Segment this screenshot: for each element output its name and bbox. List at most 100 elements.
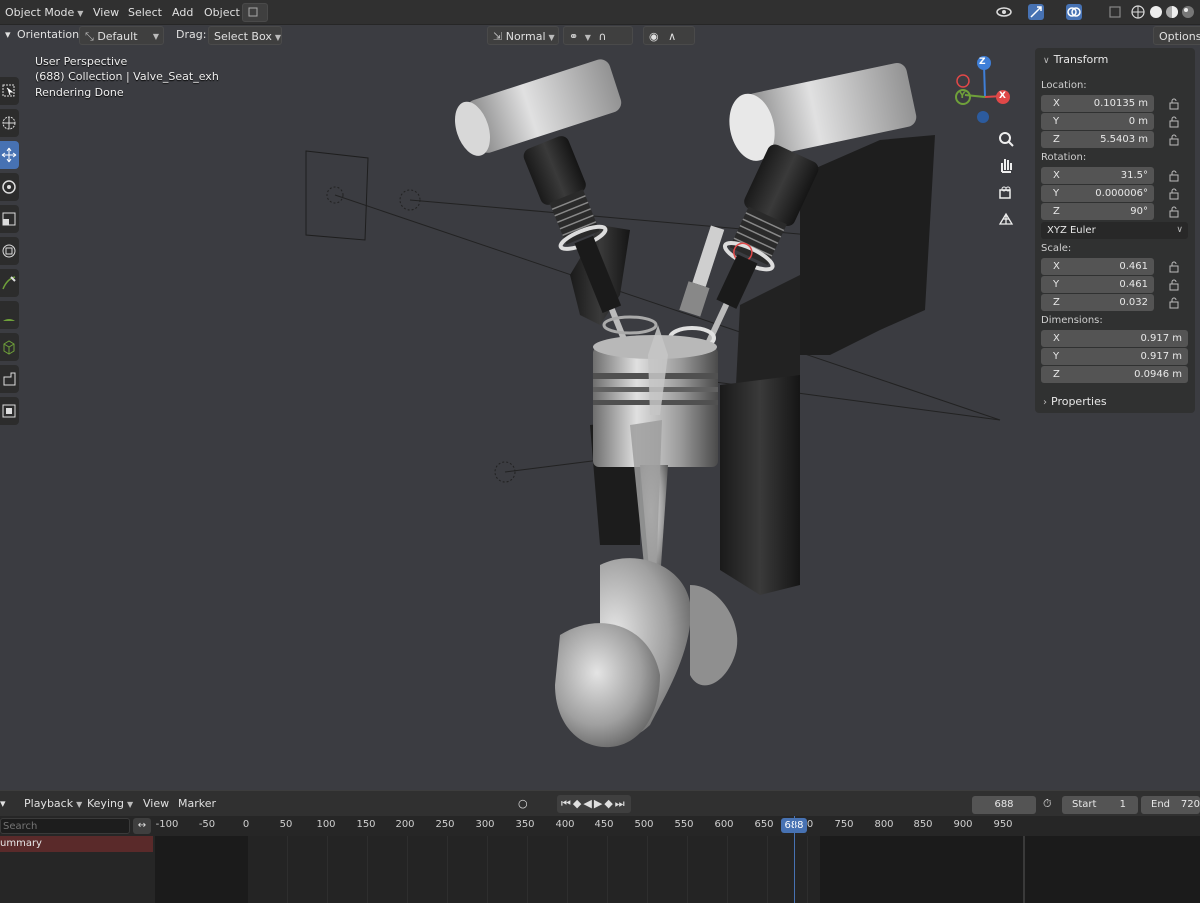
prev-keyframe-icon[interactable]: ◆	[573, 797, 583, 810]
proportional-edit[interactable]: ◉ ∧	[643, 26, 695, 45]
options-button[interactable]: Options	[1153, 26, 1200, 45]
menu-select[interactable]: Select	[123, 3, 167, 22]
scale-tool[interactable]	[0, 205, 19, 233]
lock-icon[interactable]	[1168, 297, 1182, 309]
camera-view-button[interactable]	[995, 182, 1017, 204]
orientation-dropdown[interactable]: ⤡ Default ▼	[79, 26, 164, 45]
solid-shading-icon[interactable]	[1148, 4, 1164, 20]
zoom-button[interactable]	[995, 128, 1017, 150]
transform-header[interactable]: ∨ Transform	[1043, 50, 1108, 70]
location-z-field[interactable]: Z 5.5403 m	[1041, 131, 1154, 148]
rotation-z-field[interactable]: Z 90°	[1041, 203, 1154, 220]
next-keyframe-icon[interactable]: ◆	[604, 797, 614, 810]
summary-channel[interactable]: ummary	[0, 836, 153, 852]
jump-start-icon[interactable]: ⏮	[561, 797, 573, 810]
wireframe-shading-icon[interactable]	[1130, 4, 1146, 20]
editor-type-dropdown[interactable]: ▾	[0, 795, 6, 813]
scale-y-field[interactable]: Y 0.461	[1041, 276, 1154, 293]
end-frame-field[interactable]: End 720	[1141, 796, 1200, 814]
play-icon[interactable]: ▶	[594, 797, 604, 810]
dimensions-z-field[interactable]: Z 0.0946 m	[1041, 366, 1188, 383]
inset-tool[interactable]	[0, 397, 19, 425]
add-cube-tool[interactable]	[0, 333, 19, 361]
location-x-field[interactable]: X 0.10135 m	[1041, 95, 1154, 112]
dimensions-y-field[interactable]: Y 0.917 m	[1041, 348, 1188, 365]
swap-icon[interactable]: ↔	[133, 818, 151, 834]
lock-icon[interactable]	[1168, 116, 1182, 128]
timeline-view-menu[interactable]: View	[143, 795, 169, 813]
rotation-mode-dropdown[interactable]: XYZ Euler ∨	[1041, 222, 1188, 239]
inset-icon	[2, 404, 16, 418]
lock-icon[interactable]	[1168, 206, 1182, 218]
falloff-icon: ∧	[668, 30, 677, 43]
playhead-line[interactable]	[794, 816, 795, 903]
visibility-icon[interactable]	[996, 4, 1012, 20]
channel-search-input[interactable]	[0, 818, 130, 834]
lock-icon[interactable]	[1168, 261, 1182, 273]
lock-icon[interactable]	[1168, 170, 1182, 182]
select-box-tool[interactable]	[0, 77, 19, 105]
material-shading-icon[interactable]	[1164, 4, 1180, 20]
field-value: 0.10135 m	[1093, 98, 1148, 109]
scale-icon	[2, 212, 16, 226]
transform-pivot-dropdown[interactable]: ⇲ Normal ▼	[487, 26, 559, 45]
rotate-tool[interactable]	[0, 173, 19, 201]
pan-button[interactable]	[995, 154, 1017, 176]
ruler-tick: 200	[395, 819, 415, 830]
ruler-tick: -100	[155, 819, 179, 830]
gizmo-toggle-icon[interactable]	[1028, 4, 1044, 20]
menu-object[interactable]: Object	[199, 3, 245, 22]
frame-ruler[interactable]: -100 -50 0 50 100 150 200 250 300 350 40…	[155, 816, 1200, 836]
object-type-dropdown[interactable]	[242, 3, 268, 22]
move-tool[interactable]	[0, 141, 19, 169]
axis-label: X	[1053, 98, 1060, 109]
transform-tool[interactable]	[0, 237, 19, 265]
snap-controls[interactable]: ⚭ ▼ ∩	[563, 26, 633, 45]
playback-menu[interactable]: Playback ▼	[24, 795, 82, 813]
field-value: 0.0946 m	[1134, 369, 1182, 380]
play-reverse-icon[interactable]: ◀	[583, 797, 593, 810]
3d-viewport[interactable]: Z X Y User Perspective (688) Collection …	[0, 25, 1200, 790]
playback-label: Playback	[24, 797, 74, 810]
overlay-toggle-icon[interactable]	[1066, 4, 1082, 20]
properties-header[interactable]: › Properties	[1043, 392, 1107, 412]
orientation-label: Orientation:	[17, 28, 83, 41]
scale-z-field[interactable]: Z 0.032	[1041, 294, 1154, 311]
field-value: 0.461	[1119, 279, 1148, 290]
transform-icon	[2, 244, 16, 258]
measure-tool[interactable]	[0, 301, 19, 329]
rendered-shading-icon[interactable]	[1180, 4, 1196, 20]
lock-icon[interactable]	[1168, 134, 1182, 146]
marker-menu[interactable]: Marker	[178, 795, 216, 813]
lock-icon[interactable]	[1168, 98, 1182, 110]
annotate-tool[interactable]	[0, 269, 19, 297]
drag-dropdown[interactable]: Select Box ▼	[208, 26, 282, 45]
extrude-tool[interactable]	[0, 365, 19, 393]
playback-controls[interactable]: ⏮◆◀▶◆⏭	[557, 795, 631, 813]
chevron-down-icon: ▼	[584, 33, 591, 42]
record-button[interactable]: ○	[518, 795, 528, 813]
current-frame-field[interactable]: 688	[972, 796, 1036, 814]
keying-label: Keying	[87, 797, 124, 810]
xray-toggle-icon[interactable]	[1107, 4, 1123, 20]
lock-icon[interactable]	[1168, 279, 1182, 291]
dimensions-x-field[interactable]: X 0.917 m	[1041, 330, 1188, 347]
drag-value: Select Box	[214, 30, 272, 43]
mode-dropdown[interactable]: Object Mode ▼	[0, 3, 88, 22]
lock-icon[interactable]	[1168, 188, 1182, 200]
rotation-x-field[interactable]: X 31.5°	[1041, 167, 1154, 184]
keying-menu[interactable]: Keying ▼	[87, 795, 133, 813]
keyframe-area[interactable]	[155, 816, 1200, 903]
stopwatch-icon[interactable]: ⏱	[1043, 795, 1052, 813]
ortho-toggle-button[interactable]	[995, 208, 1017, 230]
engine-model-render	[305, 56, 1010, 748]
scale-x-field[interactable]: X 0.461	[1041, 258, 1154, 275]
cursor-tool[interactable]	[0, 109, 19, 137]
jump-end-icon[interactable]: ⏭	[615, 797, 627, 810]
ruler-tick: -50	[198, 819, 216, 830]
menu-view[interactable]: View	[88, 3, 124, 22]
location-y-field[interactable]: Y 0 m	[1041, 113, 1154, 130]
rotation-y-field[interactable]: Y 0.000006°	[1041, 185, 1154, 202]
menu-add[interactable]: Add	[167, 3, 198, 22]
start-frame-field[interactable]: Start 1	[1062, 796, 1138, 814]
